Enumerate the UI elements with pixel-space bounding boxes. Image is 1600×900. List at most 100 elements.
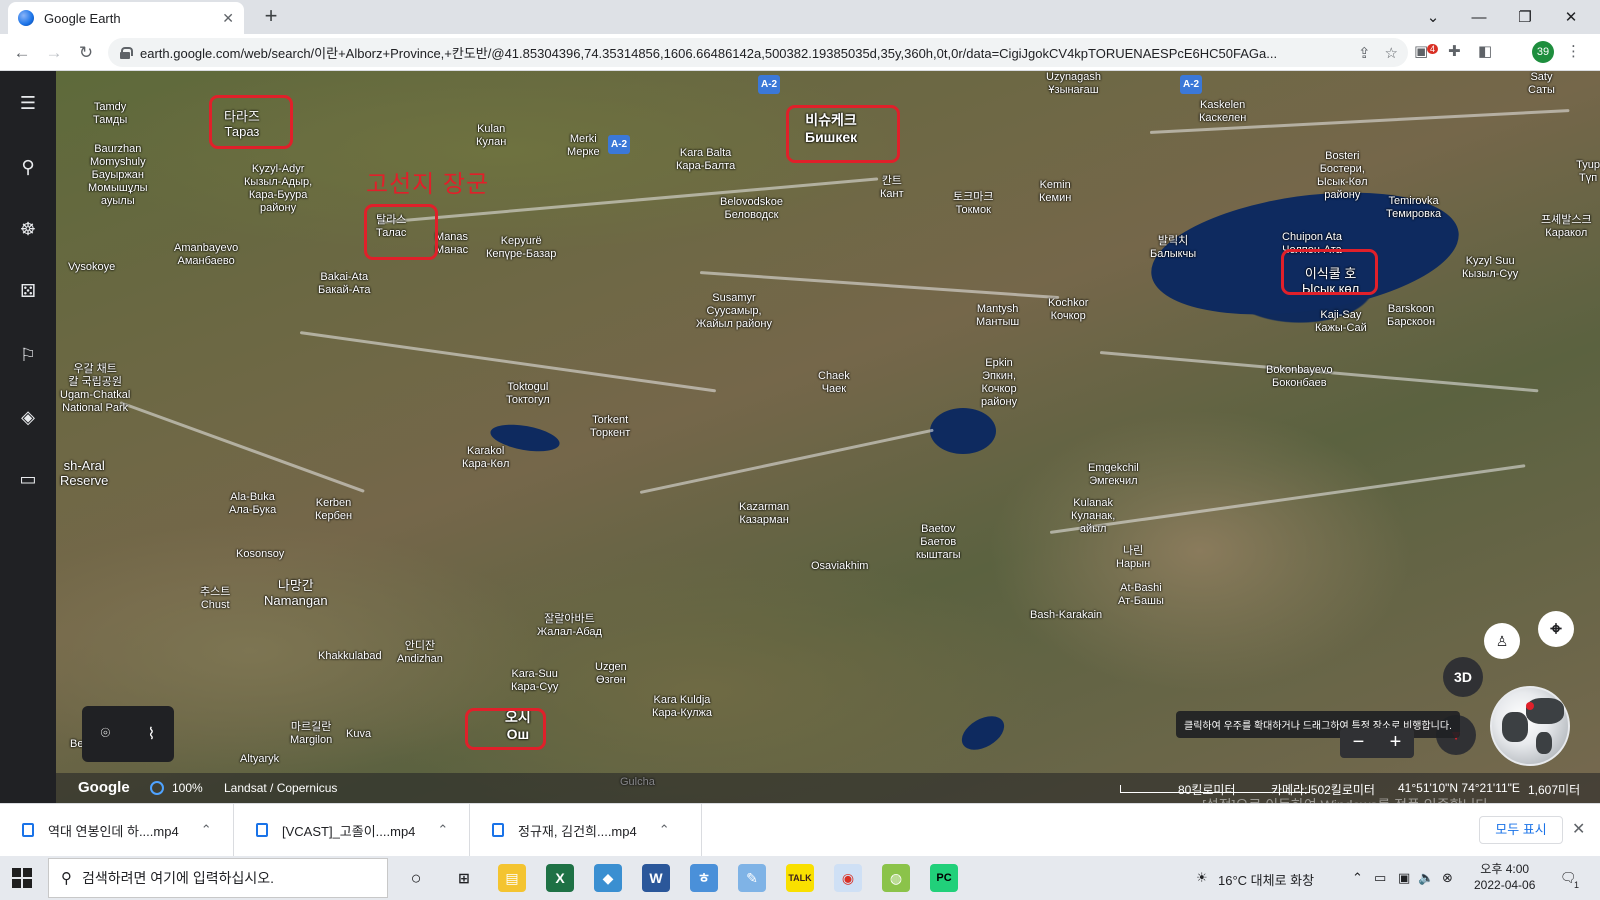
download-item[interactable]: 정규재, 김건희....mp4 ⌃	[470, 804, 702, 856]
place-label[interactable]: 마르길란 Margilon	[290, 721, 332, 747]
place-label[interactable]: Tamdy Тамды	[93, 101, 127, 127]
place-label[interactable]: Toktogul Токтогул	[506, 381, 550, 407]
place-label[interactable]: Tyup Түп	[1576, 159, 1600, 185]
place-label[interactable]: Kepyurë Кепүре-Базар	[486, 235, 556, 261]
toggle-3d-button[interactable]: 3D	[1443, 657, 1483, 697]
place-label[interactable]: Kara Balta Кара-Балта	[676, 147, 735, 173]
place-label[interactable]: Baurzhan Momyshuly Бауыржан Момышұлы ауы…	[88, 143, 148, 208]
kakaotalk-icon[interactable]: TALK	[786, 864, 814, 892]
place-label[interactable]: Uzynagash Ұзынағаш	[1046, 71, 1101, 97]
place-label[interactable]: Kerben Кербен	[315, 497, 352, 523]
reload-icon[interactable]: ↻	[74, 41, 98, 65]
my-location-icon[interactable]: ⌖	[1538, 611, 1574, 647]
zoom-out-button[interactable]: −	[1340, 728, 1377, 758]
add-placemark-icon[interactable]: ⌾	[101, 725, 111, 743]
weather-text[interactable]: 16°C 대체로 화창	[1218, 870, 1314, 889]
place-label[interactable]: Kara Kuldja Кара-Кулжа	[652, 694, 712, 720]
hancom-icon[interactable]: ㅎ	[690, 864, 718, 892]
place-label[interactable]: Merki Мерке	[567, 133, 600, 159]
puzzle-icon[interactable]: ✚	[1448, 42, 1461, 60]
place-label[interactable]: Saty Саты	[1528, 71, 1555, 97]
paint-icon[interactable]: ✎	[738, 864, 766, 892]
place-label[interactable]: Baetov Баетов кыштагы	[916, 523, 961, 562]
chevron-up-icon[interactable]: ⌃	[659, 822, 670, 838]
globe-navigator[interactable]	[1490, 686, 1570, 766]
place-label[interactable]: 발릭치 Балыкчы	[1150, 235, 1196, 261]
menu-icon[interactable]: ☰	[16, 91, 40, 115]
place-label[interactable]: At-Bashi Ат-Башы	[1118, 582, 1164, 608]
place-label[interactable]: Kyzyl Suu Кызыл-Суу	[1462, 255, 1518, 281]
minimize-button[interactable]: —	[1456, 9, 1502, 26]
tab-close-icon[interactable]: ✕	[222, 10, 234, 27]
tray-chevron-icon[interactable]: ⌃	[1352, 870, 1363, 886]
place-label[interactable]: Emgekchil Эмгекчил	[1088, 462, 1139, 488]
place-label[interactable]: Karakol Кара-Көл	[462, 445, 509, 471]
place-label[interactable]: Kemin Кемин	[1039, 179, 1071, 205]
show-all-downloads-button[interactable]: 모두 표시	[1479, 816, 1563, 844]
place-label[interactable]: Kazarman Казарман	[739, 501, 789, 527]
place-label[interactable]: Altyaryk	[240, 753, 279, 766]
place-label[interactable]: Vysokoye	[68, 261, 115, 274]
place-label[interactable]: Kuva	[346, 728, 371, 741]
place-label[interactable]: Kulan Кулан	[476, 123, 506, 149]
zoom-in-button[interactable]: +	[1377, 728, 1414, 758]
taskbar-search-input[interactable]: ⚲ 검색하려면 여기에 입력하십시오.	[48, 858, 388, 898]
close-window-button[interactable]: ✕	[1548, 8, 1594, 26]
app-green-icon[interactable]: ◍	[882, 864, 910, 892]
place-label[interactable]: Torkent Торкент	[590, 414, 630, 440]
system-clock[interactable]: 오후 4:00 2022-04-06	[1474, 861, 1535, 893]
download-item[interactable]: [VCAST]_고졸이....mp4 ⌃	[234, 804, 470, 856]
forward-arrow-icon[interactable]: →	[42, 41, 66, 65]
task-view-icon[interactable]: ⊞	[450, 864, 478, 892]
download-item[interactable]: 역대 연봉인데 하....mp4 ⌃	[0, 804, 234, 856]
place-label[interactable]: Kaji-Say Кажы-Сай	[1315, 309, 1367, 335]
pycharm-icon[interactable]: PC	[930, 864, 958, 892]
place-label[interactable]: 추스트 Chust	[200, 586, 230, 612]
share-icon[interactable]: ⇪	[1358, 44, 1371, 62]
place-label[interactable]: Kochkor Кочкор	[1048, 297, 1088, 323]
windows-start-icon[interactable]	[12, 868, 32, 888]
close-download-bar-icon[interactable]: ✕	[1572, 819, 1585, 839]
place-label[interactable]: Kyzyl-Adyr Кызыл-Адыр, Кара-Буура району	[244, 163, 312, 215]
voyager-icon[interactable]: ☸	[16, 217, 40, 241]
place-label[interactable]: Bosteri Бостери, Ысык-Көл району	[1317, 150, 1368, 202]
place-label[interactable]: Bokonbayevo Боконбаев	[1266, 364, 1333, 390]
projects-icon[interactable]: ⚐	[16, 343, 40, 367]
place-label[interactable]: Kara-Suu Кара-Суу	[511, 668, 558, 694]
place-label[interactable]: 우갈 채트 칼 국립공원 Ugam-Chatkal National Park	[60, 363, 130, 415]
place-label[interactable]: Osaviakhim	[811, 560, 868, 573]
place-label[interactable]: 안디잔 Andizhan	[397, 640, 443, 666]
place-label[interactable]: Amanbayevo Аманбаево	[174, 242, 238, 268]
extension-icon[interactable]: ▣	[1414, 42, 1428, 60]
map-style-layers-icon[interactable]: ◈	[16, 405, 40, 429]
weather-icon[interactable]: ☀	[1196, 870, 1208, 886]
place-label[interactable]: Chaek Чаек	[818, 370, 850, 396]
place-label[interactable]: 나린 Нарын	[1116, 545, 1150, 571]
place-label[interactable]: Ala-Buka Ала-Бука	[229, 491, 276, 517]
word-icon[interactable]: W	[642, 864, 670, 892]
maximize-button[interactable]: ❐	[1502, 8, 1548, 26]
pegman-icon[interactable]: ♙	[1484, 623, 1520, 659]
display-icon[interactable]: ▣	[1398, 870, 1410, 886]
place-label[interactable]: Kaskelen Каскелен	[1199, 99, 1246, 125]
place-label[interactable]: Kosonsoy	[236, 548, 284, 561]
network-icon[interactable]: ▭	[1374, 870, 1386, 886]
draw-path-icon[interactable]: ⌇	[148, 724, 156, 744]
place-label[interactable]: sh-Aral Reserve	[60, 458, 108, 488]
place-label[interactable]: 잘랄아바트 Жалал-Абад	[537, 613, 602, 639]
tab-search-icon[interactable]: ⌄	[1410, 8, 1456, 26]
place-label[interactable]: Belovodskoe Беловодск	[720, 196, 783, 222]
back-arrow-icon[interactable]: ←	[10, 41, 34, 65]
place-label[interactable]: Susamyr Суусамыр, Жайыл району	[696, 292, 772, 331]
place-label[interactable]: Uzgen Өзгөн	[595, 661, 627, 687]
side-panel-icon[interactable]: ◧	[1478, 42, 1492, 60]
place-label[interactable]: 나망간 Namangan	[264, 578, 328, 608]
place-label[interactable]: Manas Манас	[435, 231, 468, 257]
measure-ruler-icon[interactable]: ▭	[16, 467, 40, 491]
place-label[interactable]: Bash-Karakain	[1030, 609, 1102, 622]
volume-icon[interactable]: 🔈	[1418, 870, 1434, 886]
chevron-up-icon[interactable]: ⌃	[437, 822, 448, 838]
tab-google-earth[interactable]: Google Earth ✕	[8, 2, 244, 34]
search-icon[interactable]: ⚲	[16, 155, 40, 179]
profile-avatar[interactable]: 39	[1532, 41, 1554, 63]
